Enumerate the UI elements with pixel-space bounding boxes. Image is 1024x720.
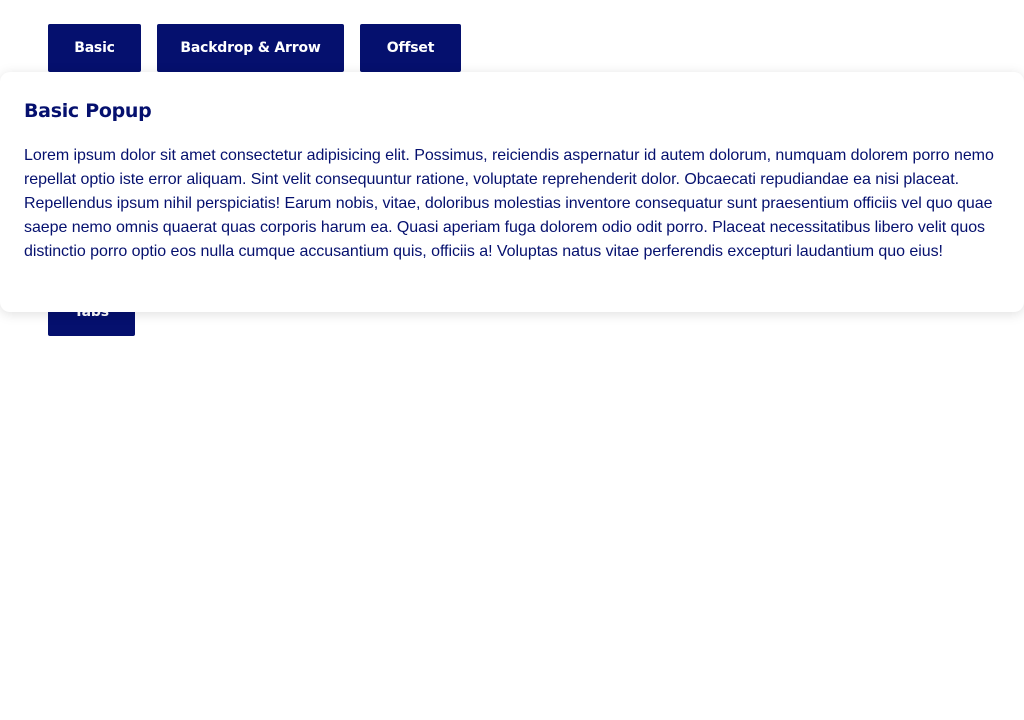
offset-button[interactable]: Offset [360,24,461,72]
backdrop-arrow-button[interactable]: Backdrop & Arrow [157,24,344,72]
basic-button[interactable]: Basic [48,24,141,72]
popup-title: Basic Popup [24,100,152,122]
popup-body-text: Lorem ipsum dolor sit amet consectetur a… [24,147,994,260]
basic-popup: Basic Popup Lorem ipsum dolor sit amet c… [0,72,1024,312]
